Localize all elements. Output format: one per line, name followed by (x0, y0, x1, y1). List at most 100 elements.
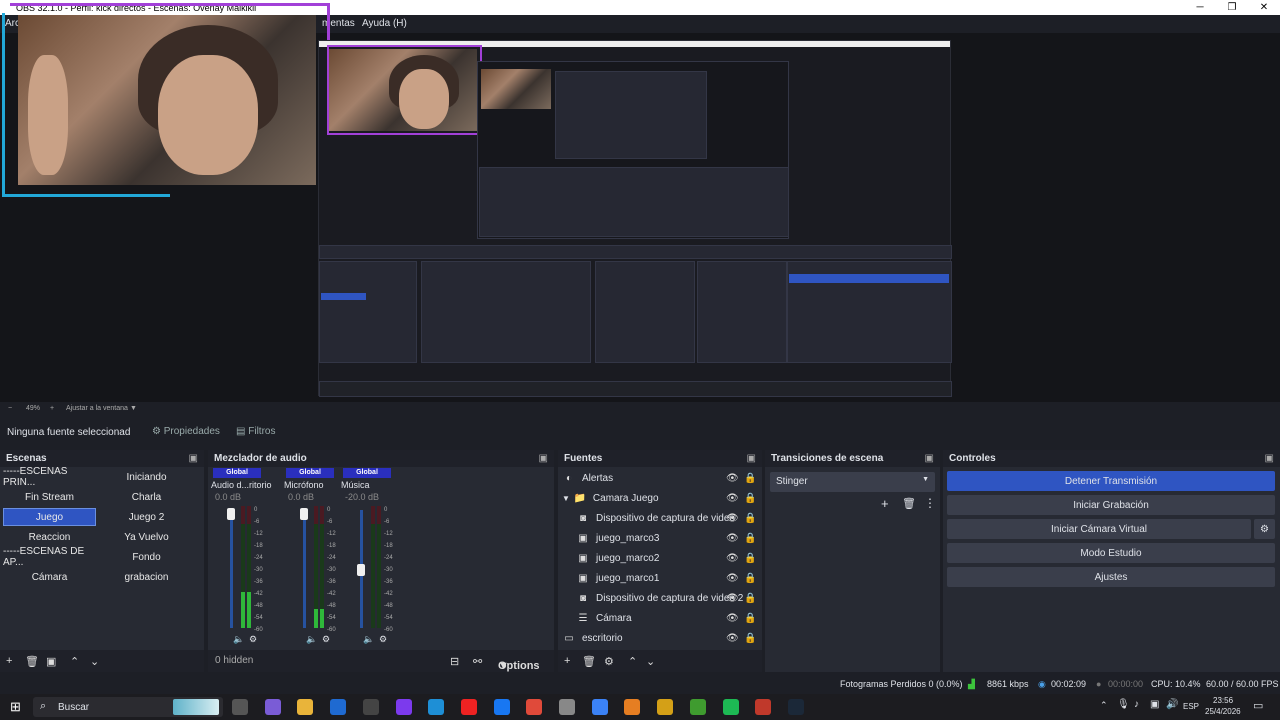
virtual-camera-button[interactable]: Iniciar Cámara Virtual (947, 519, 1251, 539)
scene-item[interactable]: -----ESCENAS PRIN... (3, 466, 96, 488)
chevron-down-icon[interactable]: ▼ (130, 405, 137, 412)
scene-item[interactable]: Juego 2 (99, 508, 194, 526)
settings-button[interactable]: Ajustes (947, 567, 1275, 587)
scene-filters-icon[interactable]: ▣ (46, 655, 56, 668)
mute-icon[interactable]: 🔈 (363, 634, 374, 645)
clock-date[interactable]: 25/4/2026 (1205, 707, 1241, 716)
lock-icon[interactable]: 🔒 (744, 593, 756, 604)
volume-fader-knob[interactable] (227, 508, 235, 520)
scene-item[interactable]: Cámara (3, 568, 96, 586)
trash-icon[interactable]: 🗑 (582, 655, 596, 668)
transition-select[interactable]: Stinger ▼ (770, 472, 935, 492)
scene-item[interactable]: Fondo (99, 548, 194, 566)
eye-icon[interactable]: 👁 (726, 533, 739, 544)
chrome-icon[interactable] (526, 699, 543, 715)
language-indicator[interactable]: ESP (1183, 702, 1199, 711)
dock-icon[interactable]: ▣ (747, 453, 756, 464)
channel-settings-icon[interactable]: ⚙ (379, 634, 387, 645)
volume-fader-track[interactable] (303, 510, 306, 628)
windows-start-icon[interactable]: ⊞ (10, 699, 21, 715)
channel-name[interactable]: Micrófono (284, 480, 324, 490)
eye-icon[interactable]: 👁 (726, 553, 739, 564)
source-item[interactable]: ▣ juego_marco2 👁 🔒 (558, 548, 756, 568)
source-item[interactable]: ▣ juego_marco1 👁 🔒 (558, 568, 756, 588)
scene-item[interactable]: Iniciando (99, 468, 194, 486)
fit-window-dropdown[interactable]: Ajustar a la ventana (66, 405, 128, 412)
link-icon[interactable]: ⚯ (473, 655, 482, 668)
dock-icon[interactable]: ▣ (189, 453, 198, 464)
source-item[interactable]: ▭ escritorio 👁 🔒 (558, 628, 756, 648)
source-item[interactable]: ▼ 📁 Camara Juego 👁 🔒 (558, 488, 756, 508)
outlook-icon[interactable] (330, 699, 347, 715)
lock-icon[interactable]: 🔒 (744, 493, 756, 504)
source-item[interactable]: ☰ Cámara 👁 🔒 (558, 608, 757, 628)
chrome-icon[interactable] (657, 699, 674, 715)
mute-icon[interactable]: 🔈 (233, 634, 244, 645)
chrome-icon[interactable] (755, 699, 772, 715)
dock-icon[interactable]: ▣ (1265, 453, 1274, 464)
source-item[interactable]: ▣ juego_marco3 👁 🔒 (558, 528, 756, 548)
scene-item[interactable]: Juego (3, 508, 96, 526)
add-scene-button[interactable]: + (6, 655, 12, 667)
scene-item[interactable]: grabacion (99, 568, 194, 586)
add-transition-button[interactable]: + (881, 496, 889, 511)
eye-icon[interactable]: 👁 (726, 613, 739, 624)
stop-stream-button[interactable]: Detener Transmisión (947, 471, 1275, 491)
gear-icon[interactable]: ⚙ (604, 655, 614, 668)
source-item[interactable]: ◐ Alertas 👁 🔒 (558, 468, 756, 488)
scene-item[interactable]: Fin Stream (3, 488, 96, 506)
minimize-button[interactable]: ─ (1184, 2, 1216, 13)
maximize-button[interactable]: ❐ (1216, 2, 1248, 13)
lock-icon[interactable]: 🔒 (744, 633, 756, 644)
channel-settings-icon[interactable]: ⚙ (322, 634, 330, 645)
zoom-out-button[interactable]: − (8, 405, 12, 412)
app-icon[interactable] (395, 699, 412, 715)
chevron-down-icon[interactable]: ▼ (562, 494, 570, 503)
facebook-icon[interactable] (493, 699, 510, 715)
scene-item[interactable]: Ya Vuelvo (99, 528, 194, 546)
scene-item[interactable]: Reaccion (3, 528, 96, 546)
trash-icon[interactable]: 🗑 (25, 655, 39, 668)
settings-icon[interactable] (559, 699, 575, 715)
channel-name[interactable]: Música (341, 480, 370, 490)
lock-icon[interactable]: 🔒 (744, 553, 756, 564)
tray-chevron-icon[interactable]: ⌃ (1100, 700, 1108, 711)
eye-icon[interactable]: 👁 (726, 633, 739, 644)
preview-canvas[interactable] (0, 3, 1280, 402)
notification-icon[interactable]: ▭ (1253, 699, 1263, 712)
filters-button[interactable]: ▤ Filtros (236, 426, 275, 437)
volume-fader-track[interactable] (230, 510, 233, 628)
spotify-icon[interactable] (722, 699, 739, 715)
menu-ayuda[interactable]: Ayuda (H) (362, 18, 407, 29)
copilot-icon[interactable] (264, 699, 281, 715)
scene-item[interactable]: -----ESCENAS DE AP... (3, 546, 96, 568)
lock-icon[interactable]: 🔒 (744, 573, 756, 584)
steam-icon[interactable] (787, 699, 804, 715)
edge-icon[interactable] (428, 699, 445, 715)
more-vert-icon[interactable]: ⋮ (924, 496, 936, 510)
zoom-in-button[interactable]: + (50, 405, 54, 412)
start-recording-button[interactable]: Iniciar Grabación (947, 495, 1275, 515)
studio-mode-button[interactable]: Modo Estudio (947, 543, 1275, 563)
dock-icon[interactable]: ▣ (925, 453, 934, 464)
scene-item[interactable]: Charla (99, 488, 194, 506)
layout-icon[interactable]: ⊟ (450, 655, 459, 668)
clock-time[interactable]: 23:56 (1213, 696, 1233, 705)
volume-fader-knob[interactable] (300, 508, 308, 520)
eye-icon[interactable]: 👁 (726, 473, 739, 484)
lock-icon[interactable]: 🔒 (744, 513, 756, 524)
eye-icon[interactable]: 👁 (726, 493, 739, 504)
app-icon[interactable] (624, 699, 641, 715)
network-icon[interactable]: ▣ (1150, 699, 1159, 710)
move-down-icon[interactable]: ⌄ (646, 655, 655, 668)
minecraft-icon[interactable] (689, 699, 706, 715)
taskbar-search-box[interactable]: ⌕ Buscar (33, 697, 223, 717)
mute-icon[interactable]: 🔈 (306, 634, 317, 645)
eye-icon[interactable]: 👁 (726, 573, 739, 584)
move-up-icon[interactable]: ⌃ (70, 655, 79, 668)
channel-name[interactable]: Audio d...ritorio (211, 480, 272, 490)
store-icon[interactable] (591, 699, 608, 715)
move-down-icon[interactable]: ⌄ (90, 655, 99, 668)
source-item[interactable]: ◙ Dispositivo de captura de video 👁 🔒 (558, 508, 756, 528)
youtube-icon[interactable] (460, 699, 477, 715)
